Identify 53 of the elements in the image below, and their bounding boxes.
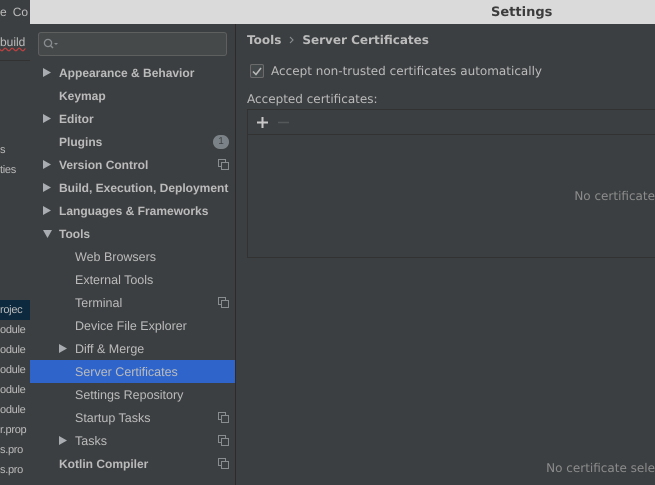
project-tree-item[interactable]: ties xyxy=(0,160,30,180)
project-tree-item[interactable]: odule xyxy=(0,380,30,400)
project-tree-item[interactable]: s.pro xyxy=(0,440,30,460)
collapsed-arrow-icon[interactable] xyxy=(59,344,67,353)
empty-details-text: No certificate sele xyxy=(546,461,655,475)
collapsed-arrow-icon[interactable] xyxy=(43,206,51,215)
section-label: Accepted certificates: xyxy=(247,91,379,107)
settings-tree-item[interactable]: Languages & Frameworks xyxy=(30,199,235,222)
count-badge: 1 xyxy=(213,134,229,148)
project-tree-item[interactable]: s xyxy=(0,140,30,160)
search-icon xyxy=(43,38,59,50)
project-tree-item[interactable]: s.pro xyxy=(0,460,30,480)
project-tree-item[interactable]: r.prop xyxy=(0,420,30,440)
settings-tree-item[interactable]: Appearance & Behavior xyxy=(30,61,235,84)
collapsed-arrow-icon[interactable] xyxy=(43,183,51,192)
breadcrumb-item: Tools xyxy=(247,33,282,47)
collapsed-arrow-icon[interactable] xyxy=(59,436,67,445)
checkbox-label[interactable]: Accept non-trusted certificates automatically xyxy=(271,64,542,78)
settings-tree-item[interactable]: Version Control xyxy=(30,153,235,176)
collapsed-arrow-icon[interactable] xyxy=(43,68,51,77)
settings-tree-item[interactable]: Diff & Merge xyxy=(30,337,235,360)
settings-tree-item[interactable]: Startup Tasks xyxy=(30,406,235,429)
collapsed-arrow-icon[interactable] xyxy=(43,160,51,169)
menu-item[interactable]: e xyxy=(0,5,7,19)
project-tree-item[interactable]: odule xyxy=(0,360,30,380)
add-icon[interactable] xyxy=(257,116,268,128)
settings-tree-item[interactable]: Kotlin Compiler xyxy=(30,452,235,475)
search-field[interactable] xyxy=(38,32,227,56)
breadcrumb-item: Server Certificates xyxy=(302,33,429,47)
settings-tree-item[interactable]: Tools xyxy=(30,222,235,245)
collapsed-arrow-icon[interactable] xyxy=(43,114,51,123)
settings-tree-item[interactable]: Terminal xyxy=(30,291,235,314)
checkbox[interactable] xyxy=(250,64,264,78)
settings-tree-item[interactable]: Keymap xyxy=(30,84,235,107)
menu-item[interactable]: Co xyxy=(12,5,28,19)
editor-tab[interactable]: build xyxy=(0,35,26,49)
settings-tree-item[interactable]: Web Browsers xyxy=(30,245,235,268)
settings-tree-item[interactable]: Tasks xyxy=(30,429,235,452)
project-tree-item[interactable]: odule xyxy=(0,320,30,340)
window-title: Settings xyxy=(491,4,552,20)
project-tree-item[interactable]: odule xyxy=(0,400,30,420)
settings-tree-item[interactable]: Server Certificates xyxy=(30,360,235,383)
empty-list-text: No certificate xyxy=(574,189,655,203)
settings-tree-item[interactable]: Build, Execution, Deployment xyxy=(30,176,235,199)
settings-tree-item[interactable]: Plugins 1 xyxy=(30,130,235,153)
settings-tree-item[interactable]: Settings Repository xyxy=(30,383,235,406)
settings-tree-item[interactable]: Editor xyxy=(30,107,235,130)
project-tree-item[interactable]: rojec xyxy=(0,300,30,320)
expanded-arrow-icon[interactable] xyxy=(43,230,52,238)
chevron-icon xyxy=(289,36,294,44)
project-tree-item[interactable]: odule xyxy=(0,340,30,360)
settings-tree-item[interactable]: Device File Explorer xyxy=(30,314,235,337)
settings-tree-item[interactable]: External Tools xyxy=(30,268,235,291)
